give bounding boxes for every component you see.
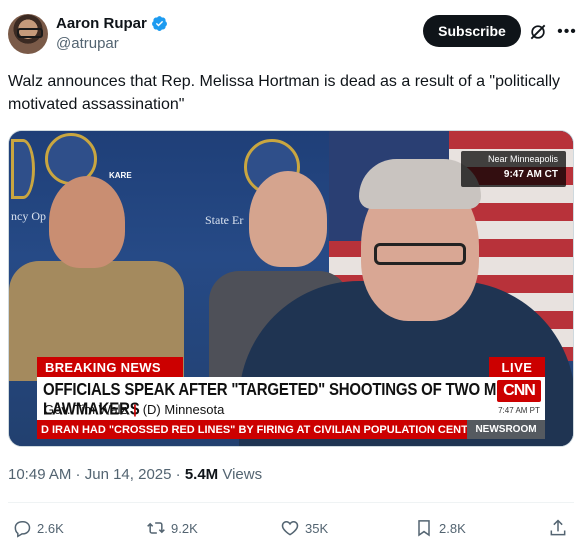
reply-count: 2.6K [37, 520, 64, 536]
divider [8, 502, 574, 503]
location-box: Near Minneapolis 9:47 AM CT [461, 151, 566, 187]
separator-bar: | [133, 402, 137, 417]
share-button[interactable] [548, 514, 568, 542]
speaker-name: Gov. Tim Walz [44, 402, 128, 417]
reply-icon [14, 521, 31, 538]
person-middle-head [249, 171, 327, 267]
speaker-affiliation: (D) Minnesota [142, 402, 225, 417]
action-bar: 2.6K 9.2K 35K 2.8K [8, 514, 574, 542]
wall-text-left: ncy Op [11, 209, 46, 223]
live-label: LIVE [489, 357, 545, 377]
bookmark-icon [418, 520, 430, 537]
bookmark-count: 2.8K [439, 520, 466, 536]
verified-badge-icon [151, 16, 167, 31]
like-button[interactable]: 35K [280, 514, 328, 542]
repost-count: 9.2K [171, 520, 198, 536]
subscribe-button[interactable]: Subscribe [423, 15, 521, 47]
tweet-time[interactable]: 10:49 AM [8, 466, 71, 483]
author-handle[interactable]: @atrupar [56, 35, 168, 52]
tweet-meta: 10:49 AM · Jun 14, 2025 · 5.4M Views [8, 466, 263, 483]
views-count: 5.4M [184, 466, 219, 483]
author-display-name[interactable]: Aaron Rupar [56, 15, 147, 32]
repost-icon [147, 522, 165, 534]
like-count: 35K [305, 520, 329, 536]
tweet-text: Walz announces that Rep. Melissa Hortman… [8, 73, 561, 113]
glasses [374, 243, 466, 265]
video-media[interactable]: ncy Op State Er KARE Near Minneapolis 9:… [8, 130, 574, 447]
kare-label: KARE [109, 171, 132, 180]
repost-button[interactable]: 9.2K [146, 514, 198, 542]
share-icon [550, 519, 566, 536]
breaking-news-label: BREAKING NEWS [37, 357, 183, 377]
chyron-subline: Gov. Tim Walz | (D) Minnesota [44, 402, 224, 417]
wall-text-right: State Er [205, 213, 244, 227]
avatar[interactable] [8, 14, 48, 54]
location-label: Near Minneapolis [487, 154, 558, 164]
heart-icon [281, 520, 299, 536]
tweet-date[interactable]: Jun 14, 2025 [85, 466, 172, 483]
author-block: Aaron Rupar @atrupar [56, 15, 168, 52]
bookmark-button[interactable]: 2.8K [414, 514, 466, 542]
views-label: Views [218, 466, 263, 483]
more-icon[interactable]: ••• [556, 21, 578, 43]
tweet-header: Aaron Rupar @atrupar Subscribe ••• [8, 12, 579, 58]
seal-image [11, 139, 35, 199]
newsroom-tag: NEWSROOM [467, 420, 545, 439]
reply-button[interactable]: 2.6K [12, 514, 64, 542]
grok-icon[interactable] [528, 22, 548, 42]
person-left-head [49, 176, 125, 268]
location-time: 9:47 AM CT [503, 169, 558, 180]
cnn-logo: CNN [497, 380, 541, 402]
chyron: OFFICIALS SPEAK AFTER "TARGETED" SHOOTIN… [37, 377, 545, 420]
network-time: 7:47 AM PT [498, 406, 540, 415]
